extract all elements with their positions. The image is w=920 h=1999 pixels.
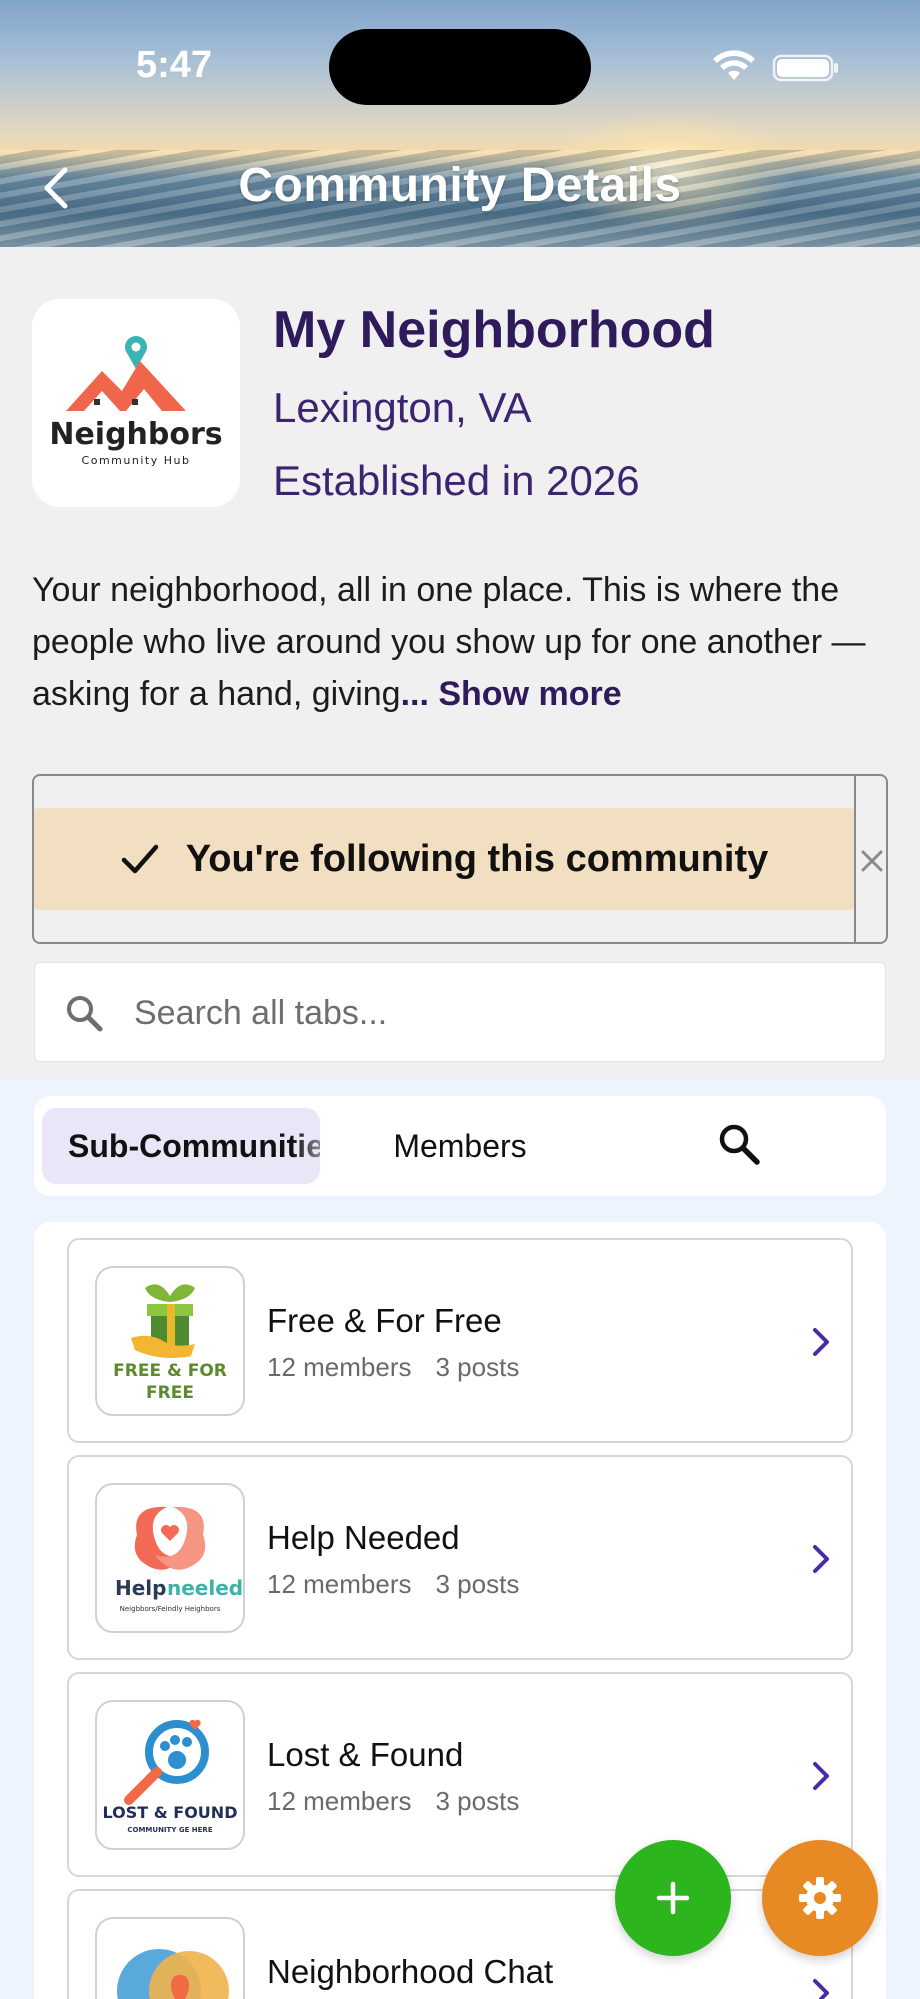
chevron-right-icon	[813, 1762, 829, 1790]
community-description: Your neighborhood, all in one place. Thi…	[32, 564, 892, 720]
sub-community-title: Help Needed	[267, 1519, 460, 1556]
tab-search-icon[interactable]	[716, 1121, 762, 1167]
sub-community-meta: 12 members 3 posts	[267, 1569, 519, 1600]
chevron-right-icon	[813, 1979, 829, 1999]
magnifier-paw-icon: LOST & FOUND COMMUNITY GE HERE	[103, 1719, 238, 1834]
check-icon	[121, 844, 158, 874]
sub-community-title: Lost & Found	[267, 1736, 464, 1773]
gear-icon	[799, 1877, 841, 1919]
community-name: My Neighborhood	[273, 301, 715, 359]
svg-text:FREE & FOR: FREE & FOR	[113, 1361, 227, 1381]
community-established: Established in 2026	[273, 457, 640, 504]
sub-community-thumbnail: LOST & FOUND COMMUNITY GE HERE	[95, 1700, 245, 1850]
tab-members-label: Members	[393, 1127, 527, 1164]
neighbors-logo-icon: Neighbors Community Hub	[49, 336, 223, 467]
community-location: Lexington, VA	[273, 384, 532, 431]
post-count: 3 posts	[435, 1569, 520, 1599]
svg-text:Community Hub: Community Hub	[82, 454, 191, 467]
sub-community-title: Free & For Free	[267, 1302, 502, 1339]
add-button[interactable]	[615, 1840, 731, 1956]
sub-community-thumbnail	[95, 1917, 245, 1999]
svg-text:Neighbors: Neighbors	[49, 417, 222, 452]
close-icon	[861, 850, 883, 872]
dismiss-banner-button[interactable]	[856, 840, 888, 882]
svg-text:LOST & FOUND: LOST & FOUND	[103, 1803, 238, 1822]
community-logo: Neighbors Community Hub	[32, 299, 240, 507]
following-status-banner: You're following this community	[34, 808, 854, 910]
status-icons	[713, 50, 838, 82]
svg-text:Neigbbors/Feindly Heighbors: Neigbbors/Feindly Heighbors	[120, 1605, 221, 1613]
battery-icon	[772, 54, 838, 82]
member-count: 12 members	[267, 1569, 412, 1599]
sub-community-meta: 12 members 3 posts	[267, 1352, 519, 1383]
search-input[interactable]	[134, 985, 834, 1041]
show-more-link[interactable]: ... Show more	[401, 675, 622, 713]
dynamic-island	[329, 29, 591, 105]
tab-members[interactable]: Members	[340, 1108, 580, 1184]
gift-icon: FREE & FOR FREE	[113, 1284, 227, 1403]
search-icon	[67, 996, 103, 1032]
chevron-right-icon	[813, 1328, 829, 1356]
plus-icon	[656, 1881, 690, 1915]
list-item[interactable]: FREE & FOR FREE Free & For Free 12 membe…	[67, 1238, 853, 1443]
list-item[interactable]: Help neeled Neigbbors/Feindly Heighbors …	[67, 1455, 853, 1660]
member-count: 12 members	[267, 1352, 412, 1382]
sub-community-thumbnail: FREE & FOR FREE	[95, 1266, 245, 1416]
following-text: You're following this community	[185, 837, 769, 880]
page-title: Community Details	[238, 159, 682, 212]
member-count: 12 members	[267, 1786, 412, 1816]
tab-sub-communities-label: Sub-Communities	[68, 1127, 320, 1164]
sub-community-title: Neighborhood Chat	[267, 1953, 554, 1990]
svg-text:FREE: FREE	[146, 1383, 194, 1403]
list-item[interactable]: LOST & FOUND COMMUNITY GE HERE Lost & Fo…	[67, 1672, 853, 1877]
sub-community-meta: 12 members 3 posts	[267, 1786, 519, 1817]
sub-community-thumbnail: Help neeled Neigbbors/Feindly Heighbors	[95, 1483, 245, 1633]
svg-text:Help: Help	[115, 1576, 166, 1600]
list-item[interactable]: Neighborhood Chat	[67, 1889, 853, 1999]
svg-text:neeled: neeled	[167, 1576, 243, 1600]
chevron-right-icon	[813, 1545, 829, 1573]
helping-hands-icon: Help neeled Neigbbors/Feindly Heighbors	[115, 1506, 243, 1613]
post-count: 3 posts	[435, 1786, 520, 1816]
chat-bubbles-icon	[117, 1949, 229, 1999]
tab-sub-communities[interactable]: Sub-Communities	[42, 1108, 320, 1184]
svg-text:COMMUNITY GE HERE: COMMUNITY GE HERE	[127, 1826, 212, 1834]
wifi-icon	[713, 50, 755, 80]
settings-button[interactable]	[762, 1840, 878, 1956]
status-time: 5:47	[136, 44, 213, 86]
post-count: 3 posts	[435, 1352, 520, 1382]
